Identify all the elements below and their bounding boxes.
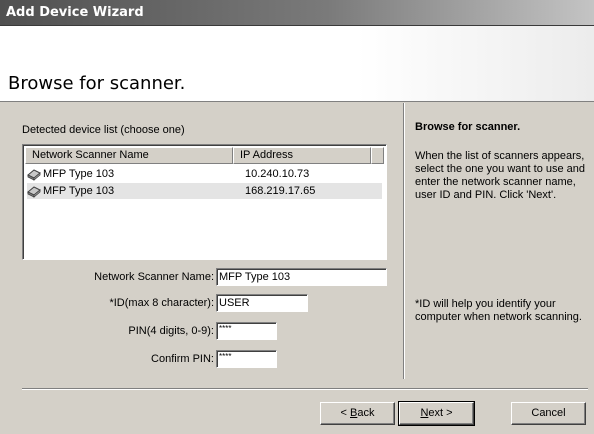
help-text: When the list of scanners appears, selec…	[415, 150, 586, 201]
vertical-divider	[403, 103, 405, 379]
device-listview[interactable]: Network Scanner Name IP Address MFP Type…	[22, 144, 387, 260]
help-title: Browse for scanner.	[415, 121, 521, 133]
pin-label: PIN(4 digits, 0-9):	[128, 325, 214, 337]
back-button[interactable]: < Back	[320, 402, 395, 425]
listview-header: Network Scanner Name IP Address	[25, 147, 384, 164]
cancel-button[interactable]: Cancel	[511, 402, 586, 425]
column-header-filler	[371, 147, 384, 164]
next-button[interactable]: Next >	[398, 401, 475, 426]
device-name: MFP Type 103	[43, 168, 115, 180]
user-id-label: *ID(max 8 character):	[109, 297, 214, 309]
confirm-pin-label: Confirm PIN:	[151, 353, 214, 365]
scanner-icon	[27, 186, 41, 198]
device-list-row[interactable]: MFP Type 103 10.240.10.73	[27, 166, 382, 182]
back-button-prefix: <	[340, 407, 350, 419]
user-id-input[interactable]: USER	[216, 294, 308, 312]
column-header-scanner-name[interactable]: Network Scanner Name	[25, 147, 233, 164]
page-heading: Browse for scanner.	[8, 73, 186, 94]
help-note: *ID will help you identify your computer…	[415, 298, 582, 323]
device-name: MFP Type 103	[43, 185, 115, 197]
device-list-row[interactable]: MFP Type 103 168.219.17.65	[27, 183, 382, 199]
add-device-wizard-window: Add Device Wizard Browse for scanner. De…	[0, 0, 594, 434]
pin-input[interactable]: ****	[216, 322, 277, 340]
title-bar[interactable]: Add Device Wizard	[0, 0, 594, 26]
next-button-label: ext >	[428, 407, 453, 419]
back-button-label: ack	[357, 407, 375, 419]
scanner-name-input[interactable]: MFP Type 103	[216, 268, 387, 286]
column-header-ip-address[interactable]: IP Address	[233, 147, 371, 164]
confirm-pin-input[interactable]: ****	[216, 350, 277, 368]
window-title: Add Device Wizard	[6, 5, 144, 20]
device-ip: 10.240.10.73	[245, 168, 310, 180]
horizontal-divider	[22, 388, 588, 390]
scanner-icon	[27, 169, 41, 181]
detected-device-list-label: Detected device list (choose one)	[22, 124, 185, 136]
device-ip: 168.219.17.65	[245, 185, 316, 197]
wizard-header: Browse for scanner.	[0, 26, 594, 102]
scanner-name-label: Network Scanner Name:	[94, 271, 214, 283]
